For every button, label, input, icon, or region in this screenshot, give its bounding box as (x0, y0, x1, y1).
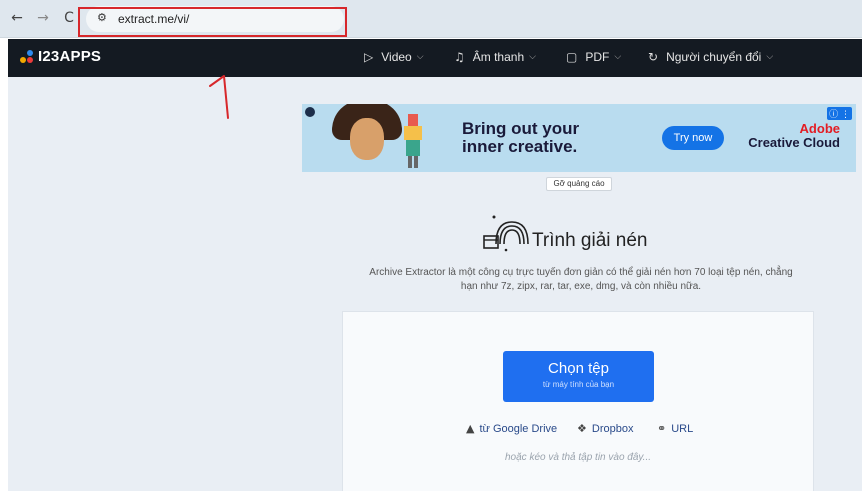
app-header: I23APPS ▷ Video ⌵ ♫ Âm thanh ⌵ ▢ PDF ⌵ ↻… (8, 39, 862, 77)
forward-icon[interactable]: → (34, 9, 52, 27)
remove-ad-button[interactable]: Gỡ quảng cáo (546, 177, 612, 191)
convert-icon: ↻ (648, 50, 659, 64)
source-label: URL (671, 422, 694, 435)
pdf-icon: ▢ (566, 50, 578, 64)
ad-banner[interactable]: Bring out your inner creative. Try now A… (302, 104, 856, 172)
music-icon: ♫ (454, 50, 465, 64)
chevron-down-icon: ⌵ (614, 52, 622, 62)
menu-label: Người chuyển đổi (666, 50, 762, 64)
ad-badge-icon (305, 107, 315, 117)
logo-text: I23APPS (38, 48, 102, 65)
page-title: Trình giải nén (532, 230, 648, 251)
ad-info-icon[interactable]: ⓘ ⋮ (827, 107, 852, 120)
video-icon: ▷ (364, 50, 374, 64)
back-icon[interactable]: ← (8, 9, 26, 27)
menu-label: Âm thanh (472, 50, 525, 64)
source-label: từ Google Drive (479, 422, 558, 435)
menu-pdf[interactable]: ▢ PDF ⌵ (566, 50, 621, 64)
choose-file-label: Chọn tệp (548, 360, 609, 377)
ad-brand: Adobe Creative Cloud (742, 122, 840, 150)
tool-description: Archive Extractor là một công cụ trực tu… (369, 267, 793, 292)
choose-file-sublabel: từ máy tính của bạn (542, 380, 615, 389)
ad-brand-adobe: Adobe (799, 121, 840, 136)
choose-file-button[interactable]: Chọn tệp từ máy tính của bạn (503, 351, 654, 402)
menu-video[interactable]: ▷ Video ⌵ (364, 50, 424, 64)
ad-figure-icon (404, 114, 422, 168)
menu-audio[interactable]: ♫ Âm thanh ⌵ (454, 50, 536, 64)
chevron-down-icon: ⌵ (416, 52, 424, 62)
link-icon: ⚭ (657, 422, 667, 435)
ad-try-now-button[interactable]: Try now (662, 126, 724, 150)
source-label: Dropbox (591, 422, 634, 435)
menu-label: Video (381, 50, 412, 64)
menu-converter[interactable]: ↻ Người chuyển đổi ⌵ (648, 50, 773, 64)
drop-zone-hint[interactable]: hoặc kéo và thả tập tin vào đây... (342, 452, 814, 463)
google-drive-link[interactable]: ▲ từ Google Drive (466, 422, 557, 435)
extractor-icon (483, 215, 529, 252)
url-link[interactable]: ⚭ URL (657, 422, 693, 435)
annotation-box (78, 7, 347, 37)
google-drive-icon: ▲ (466, 422, 475, 435)
chevron-down-icon: ⌵ (766, 52, 774, 62)
ad-headline-line1: Bring out your (462, 119, 580, 138)
logo[interactable]: I23APPS (20, 48, 101, 65)
chevron-down-icon: ⌵ (529, 52, 536, 62)
ad-image-face (350, 118, 384, 160)
ad-headline: Bring out your inner creative. (462, 120, 579, 156)
logo-dots-icon (20, 49, 34, 64)
dropbox-link[interactable]: ❖ Dropbox (577, 422, 633, 435)
ad-headline-line2: inner creative. (462, 137, 578, 156)
annotation-mark (209, 75, 229, 119)
ad-brand-product: Creative Cloud (748, 135, 840, 150)
dropbox-icon: ❖ (577, 422, 587, 435)
menu-label: PDF (585, 50, 610, 64)
reload-icon[interactable]: C (60, 9, 78, 27)
